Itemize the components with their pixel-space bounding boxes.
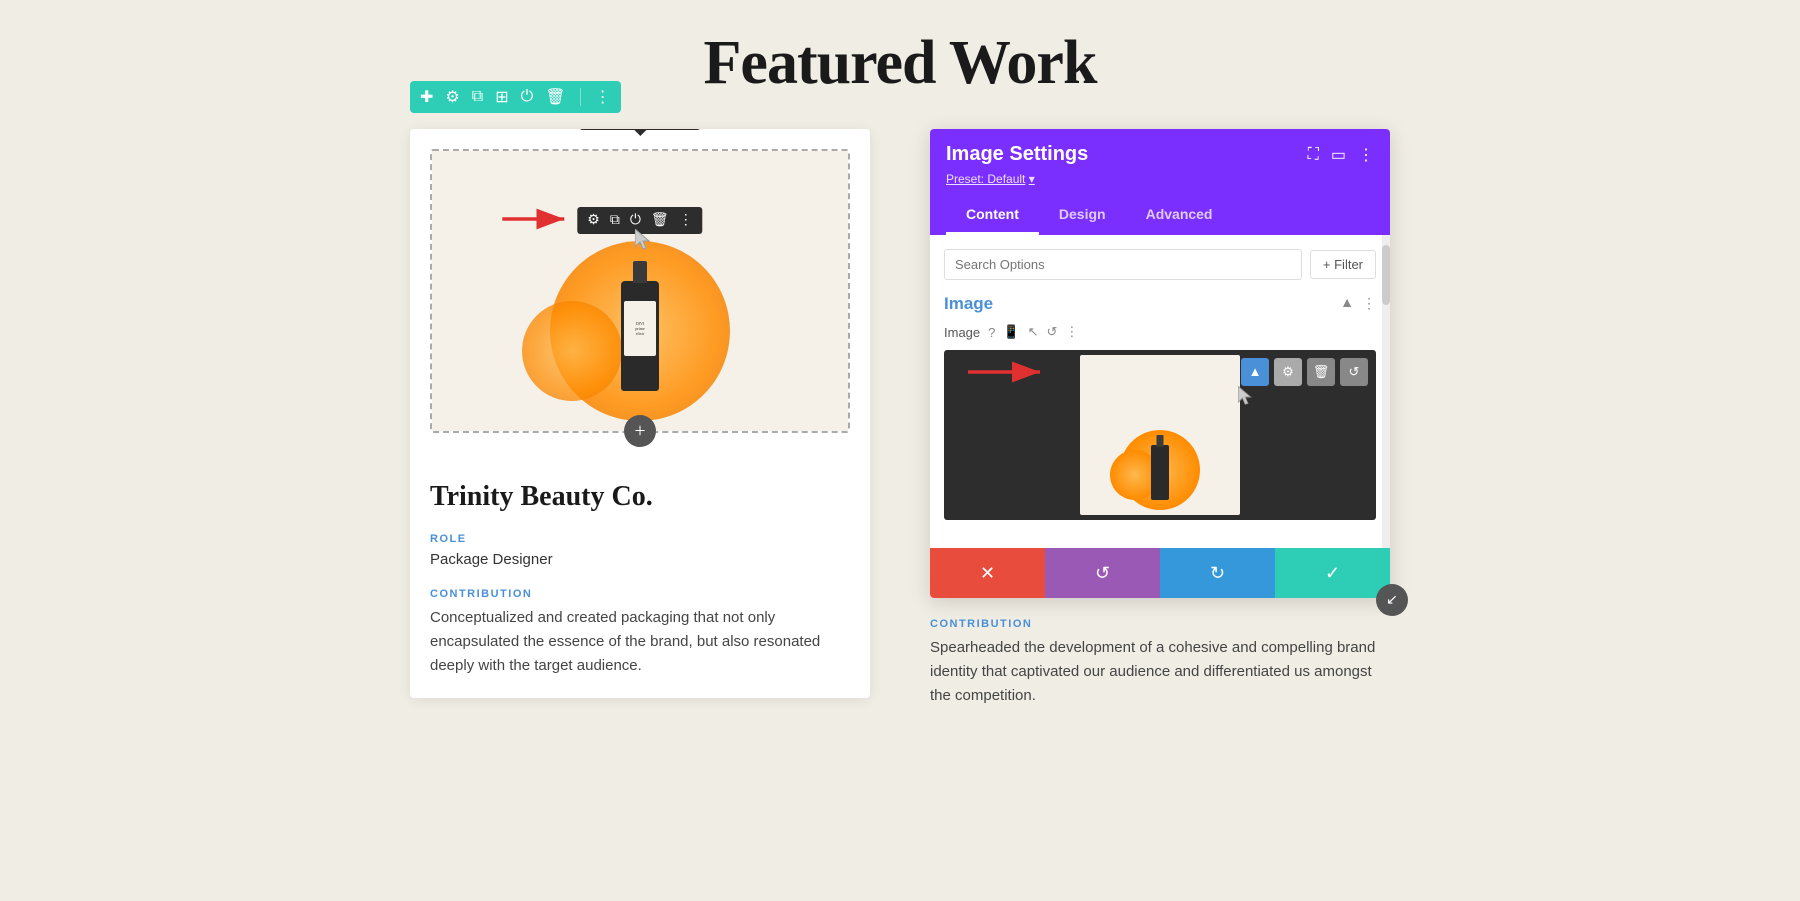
panel-tabs: Content Design Advanced <box>946 196 1374 235</box>
section-toolbar[interactable]: ✚ ⚙ ⧉ ⊞ ⏻ 🗑 ⋮ <box>410 81 621 113</box>
contribution-text: Conceptualized and created packaging tha… <box>430 606 850 678</box>
section-title: Image <box>944 294 993 314</box>
panel-header-icons: ⛶ ▭ ⋮ <box>1308 145 1374 165</box>
product-image: DIVIprimeelixir <box>432 151 848 431</box>
cursor-indicator <box>635 229 655 253</box>
gear-module-icon[interactable]: ⚙ <box>587 212 600 229</box>
section-header: Image ▲ ⋮ <box>944 294 1376 314</box>
page-title: Featured Work <box>0 0 1800 129</box>
grid-icon[interactable]: ⊞ <box>495 87 508 107</box>
redo-button[interactable]: ↻ <box>1160 548 1275 598</box>
collapse-icon[interactable]: ▲ <box>1340 296 1354 312</box>
portfolio-card-left: DIVIprimeelixir Module Settings <box>410 129 870 698</box>
cancel-button[interactable]: ✕ <box>930 548 1045 598</box>
save-button[interactable]: ✓ <box>1275 548 1390 598</box>
field-more-icon[interactable]: ⋮ <box>1065 324 1078 340</box>
role-value: Package Designer <box>430 551 850 568</box>
role-label: ROLE <box>430 533 850 545</box>
resize-handle[interactable]: ↙ <box>1376 584 1408 616</box>
undo-field-icon[interactable]: ↺ <box>1046 324 1057 340</box>
more-panel-icon[interactable]: ⋮ <box>1358 145 1374 165</box>
left-content-area: ✚ ⚙ ⧉ ⊞ ⏻ 🗑 ⋮ DIVIprimee <box>410 129 870 728</box>
trash-module-icon[interactable]: 🗑 <box>651 212 669 229</box>
settings-panel-container: Image Settings ⛶ ▭ ⋮ Preset: Default ▾ C… <box>930 129 1390 598</box>
duplicate-icon[interactable]: ⧉ <box>472 88 483 106</box>
image-settings-button[interactable]: ⚙ <box>1274 358 1302 386</box>
card-text-content: Trinity Beauty Co. ROLE Package Designer… <box>430 457 850 678</box>
red-arrow-preview <box>968 361 1048 383</box>
dots-module-icon[interactable]: ⋮ <box>679 212 693 229</box>
panel-body: + Filter Image ▲ ⋮ Image ? 📱 <box>930 235 1390 548</box>
delete-image-button[interactable]: 🗑 <box>1307 358 1335 386</box>
bottle-label: DIVIprimeelixir <box>624 301 656 356</box>
search-input[interactable] <box>944 249 1302 280</box>
section-controls: ▲ ⋮ <box>1340 296 1376 313</box>
panel-action-buttons: ✕ ↺ ↻ ✓ <box>930 548 1390 598</box>
power-icon[interactable]: ⏻ <box>521 88 534 106</box>
red-arrow-indicator <box>502 208 572 230</box>
fullscreen-icon[interactable]: ⛶ <box>1308 146 1319 164</box>
toolbar-divider <box>580 88 581 106</box>
trash-icon[interactable]: 🗑 <box>545 87 565 107</box>
preview-bottle <box>1151 445 1169 500</box>
search-row: + Filter <box>944 249 1376 280</box>
undo-image-button[interactable]: ↺ <box>1340 358 1368 386</box>
image-field-label: Image <box>944 325 980 340</box>
filter-button[interactable]: + Filter <box>1310 250 1376 279</box>
panel-header: Image Settings ⛶ ▭ ⋮ Preset: Default ▾ C… <box>930 129 1390 235</box>
tab-advanced[interactable]: Advanced <box>1126 196 1233 235</box>
bottle-text: DIVIprimeelixir <box>635 321 644 337</box>
add-icon[interactable]: ✚ <box>420 87 433 107</box>
mobile-icon[interactable]: 📱 <box>1003 324 1019 340</box>
image-field-row: Image ? 📱 ↖ ↺ ⋮ <box>944 324 1376 340</box>
right-contribution-label: CONTRIBUTION <box>930 618 1390 630</box>
panel-scrollbar-thumb[interactable] <box>1382 245 1390 305</box>
card-image-wrapper: DIVIprimeelixir Module Settings <box>430 149 850 433</box>
cursor-icon[interactable]: ↖ <box>1028 324 1039 340</box>
card-title: Trinity Beauty Co. <box>430 481 850 513</box>
right-contribution-text: Spearheaded the development of a cohesiv… <box>930 636 1390 708</box>
settings-icon[interactable]: ⚙ <box>445 87 459 107</box>
orange-small <box>522 301 622 401</box>
tab-content[interactable]: Content <box>946 196 1039 235</box>
add-content-button[interactable]: + <box>624 415 656 447</box>
panel-title: Image Settings <box>946 143 1088 166</box>
power-module-icon[interactable]: ⏻ <box>630 213 641 229</box>
image-preview-container: ▲ ⚙ 🗑 ↺ <box>944 350 1376 520</box>
panel-header-row: Image Settings ⛶ ▭ ⋮ <box>946 143 1374 166</box>
panel-preset[interactable]: Preset: Default ▾ <box>946 172 1374 186</box>
panel-scrollbar-track[interactable] <box>1382 235 1390 548</box>
preview-image-toolbar[interactable]: ▲ ⚙ 🗑 ↺ <box>1241 358 1368 386</box>
contribution-label: CONTRIBUTION <box>430 588 850 600</box>
right-card-content: CONTRIBUTION Spearheaded the development… <box>930 618 1390 728</box>
image-settings-panel: Image Settings ⛶ ▭ ⋮ Preset: Default ▾ C… <box>930 129 1390 598</box>
module-settings-tooltip: Module Settings <box>579 129 700 130</box>
help-icon[interactable]: ? <box>988 325 995 340</box>
preview-inner-image <box>1080 355 1240 515</box>
undo-button[interactable]: ↺ <box>1045 548 1160 598</box>
right-content-area: Image Settings ⛶ ▭ ⋮ Preset: Default ▾ C… <box>930 129 1390 728</box>
upload-image-button[interactable]: ▲ <box>1241 358 1269 386</box>
split-icon[interactable]: ▭ <box>1331 145 1346 165</box>
copy-module-icon[interactable]: ⧉ <box>610 213 620 229</box>
section-more-icon[interactable]: ⋮ <box>1362 296 1376 313</box>
more-icon[interactable]: ⋮ <box>595 87 611 107</box>
preview-cursor <box>1238 386 1256 413</box>
product-bottle: DIVIprimeelixir <box>621 281 659 391</box>
tab-design[interactable]: Design <box>1039 196 1126 235</box>
